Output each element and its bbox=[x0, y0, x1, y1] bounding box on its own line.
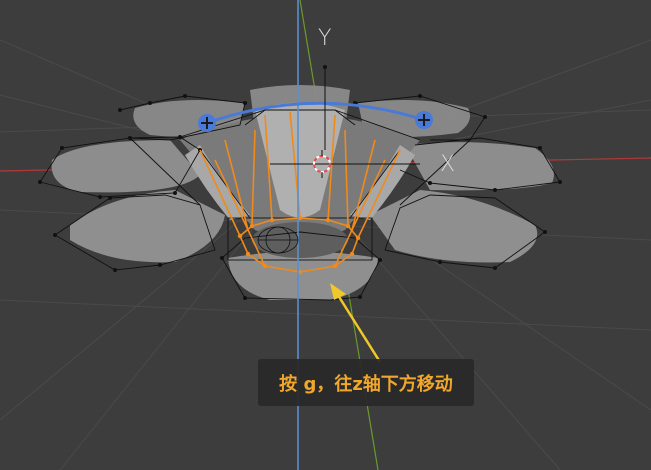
plus-handle-icon[interactable] bbox=[415, 111, 433, 129]
plus-handle-icon[interactable] bbox=[198, 114, 216, 132]
3d-viewport[interactable]: Y X 按 g，往z轴下方移动 bbox=[0, 0, 651, 470]
gizmo-y-label: Y bbox=[318, 26, 332, 51]
annotation-box: 按 g，往z轴下方移动 bbox=[258, 359, 474, 406]
annotation-text: 按 g，往z轴下方移动 bbox=[279, 373, 453, 395]
arrow-pointer-icon bbox=[330, 283, 382, 363]
gizmo-x-label: X bbox=[440, 152, 456, 177]
